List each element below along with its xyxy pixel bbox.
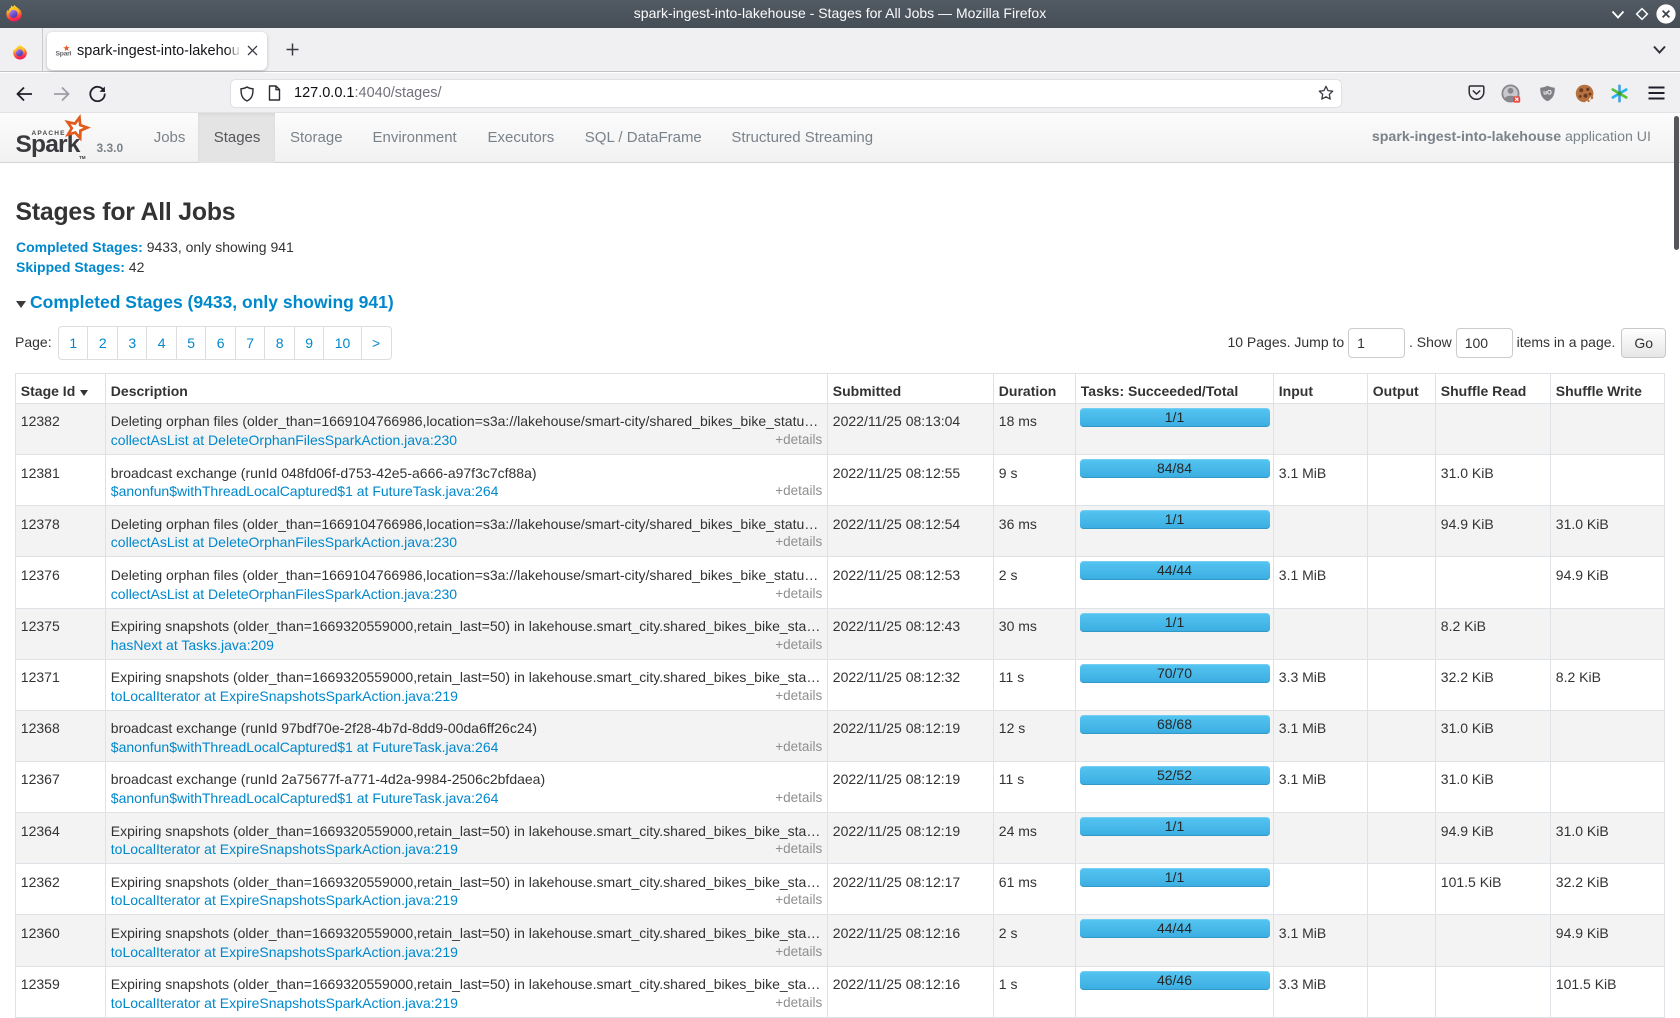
svg-text:TM: TM	[79, 155, 86, 160]
svg-text:Spark: Spark	[56, 50, 72, 57]
svg-text:APACHE: APACHE	[32, 130, 66, 137]
svg-text:uO: uO	[1543, 90, 1552, 97]
